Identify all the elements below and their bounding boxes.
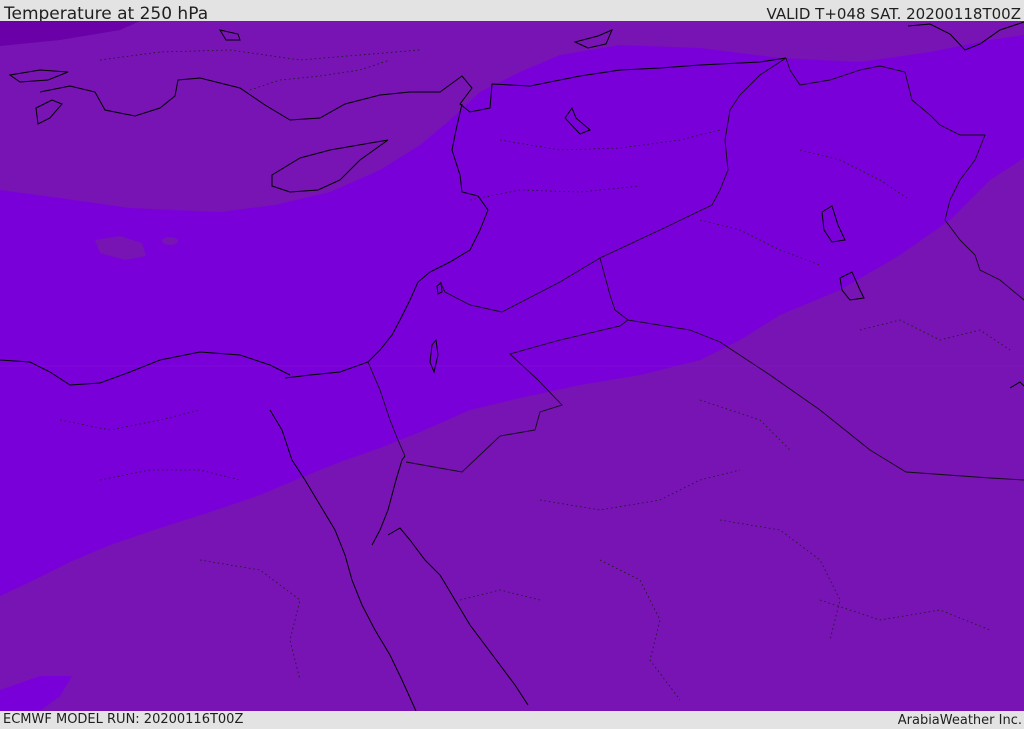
header-bar: Temperature at 250 hPa VALID T+048 SAT. … — [0, 0, 1024, 24]
temperature-patch-small — [162, 237, 178, 245]
footer-bar: ECMWF MODEL RUN: 20200116T00Z ArabiaWeat… — [0, 711, 1024, 729]
credit-label: ArabiaWeather Inc. — [897, 713, 1022, 728]
model-run-label: ECMWF MODEL RUN: 20200116T00Z — [3, 712, 244, 727]
weather-map — [0, 21, 1024, 711]
